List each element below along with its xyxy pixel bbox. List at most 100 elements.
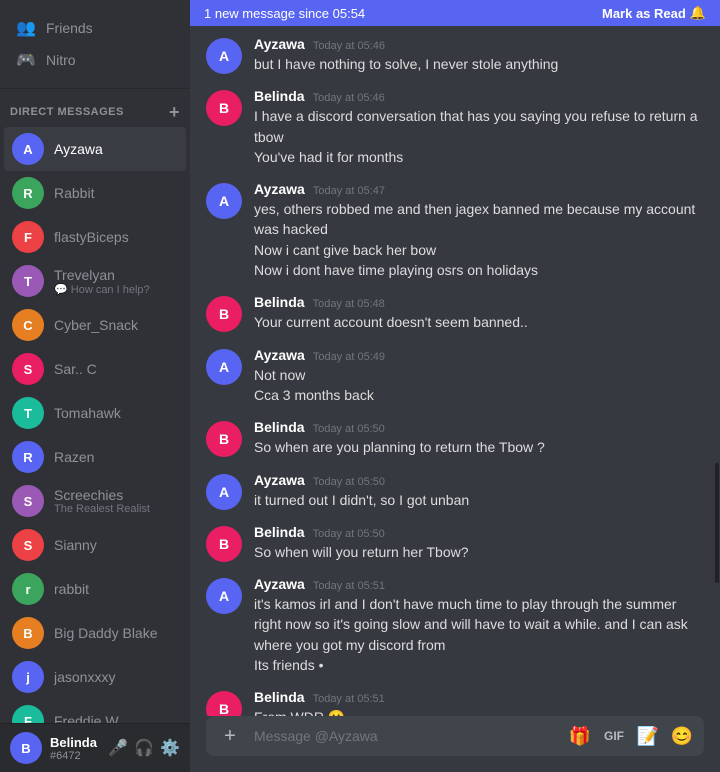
message-header: BelindaToday at 05:50 xyxy=(254,419,704,435)
message-text: So when are you planning to return the T… xyxy=(254,437,704,457)
message-timestamp: Today at 05:46 xyxy=(313,40,385,52)
dm-item-name: Tomahawk xyxy=(54,405,178,421)
dm-item-name: Razen xyxy=(54,449,178,465)
gift-icon[interactable]: 🎁 xyxy=(566,722,594,750)
dm-item-trevelyan[interactable]: TTrevelyan💬 How can I help? xyxy=(4,259,186,303)
dm-item-name: Screechies xyxy=(54,487,178,503)
message-input[interactable] xyxy=(250,722,562,750)
dm-item-jasonxxxy[interactable]: jjasonxxxy xyxy=(4,655,186,699)
message-author: Belinda xyxy=(254,294,305,310)
message-header: AyzawaToday at 05:49 xyxy=(254,347,704,363)
dm-item-freddie-w[interactable]: FFreddie W xyxy=(4,699,186,723)
message-timestamp: Today at 05:51 xyxy=(313,693,385,705)
microphone-icon[interactable]: 🎤 xyxy=(108,738,128,758)
message-text: Not nowCca 3 months back xyxy=(254,365,704,406)
dm-item-name: Cyber_Snack xyxy=(54,317,178,333)
dm-item-info: ScreechiesThe Realest Realist xyxy=(54,487,178,515)
message-header: BelindaToday at 05:50 xyxy=(254,524,704,540)
dm-item-info: Sar.. C xyxy=(54,361,178,377)
dm-item-screechies[interactable]: S ScreechiesThe Realest Realist xyxy=(4,479,186,523)
emoji-icon[interactable]: 😊 xyxy=(668,722,696,750)
attach-button[interactable]: + xyxy=(214,720,246,752)
dm-item-name: Sianny xyxy=(54,537,178,553)
mark-as-read-button[interactable]: Mark as Read 🔔 xyxy=(602,5,706,21)
message-timestamp: Today at 05:50 xyxy=(313,476,385,488)
dm-item-name: flastyBiceps xyxy=(54,229,178,245)
dm-item-sianny[interactable]: SSianny xyxy=(4,523,186,567)
avatar: C xyxy=(12,309,44,341)
dm-item-tomahawk[interactable]: TTomahawk xyxy=(4,391,186,435)
dm-item-sar..-c[interactable]: S Sar.. C xyxy=(4,347,186,391)
dm-item-ayzawa[interactable]: AAyzawa xyxy=(4,127,186,171)
message-header: Belinda Today at 05:48 xyxy=(254,294,704,310)
message-content: BelindaToday at 05:50So when will you re… xyxy=(254,524,704,562)
message-group: AAyzawaToday at 05:50it turned out I did… xyxy=(206,472,704,510)
message-header: AyzawaToday at 05:46 xyxy=(254,36,704,52)
message-header: Belinda Today at 05:51 xyxy=(254,689,704,705)
dm-item-status: 💬 How can I help? xyxy=(54,283,178,296)
message-author: Ayzawa xyxy=(254,576,305,592)
avatar: R xyxy=(12,441,44,473)
add-dm-button[interactable]: + xyxy=(169,103,180,121)
settings-icon[interactable]: ⚙️ xyxy=(160,738,180,758)
sidebar-item-friends[interactable]: 👥 Friends xyxy=(8,12,182,44)
message-content: AyzawaToday at 05:49 Not nowCca 3 months … xyxy=(254,347,704,406)
message-group: AAyzawaToday at 05:47yes, others robbed … xyxy=(206,181,704,280)
dm-item-status: The Realest Realist xyxy=(54,503,178,515)
scrollbar-track xyxy=(714,0,720,772)
dm-item-info: Freddie W xyxy=(54,713,178,723)
message-avatar: A xyxy=(206,38,242,74)
dm-item-info: Sianny xyxy=(54,537,178,553)
message-timestamp: Today at 05:48 xyxy=(313,298,385,310)
sidebar-item-nitro[interactable]: 🎮 Nitro xyxy=(8,44,182,76)
dm-item-info: Rabbit xyxy=(54,185,178,201)
message-author: Ayzawa xyxy=(254,181,305,197)
dm-item-name: Freddie W xyxy=(54,713,178,723)
notification-text: 1 new message since 05:54 xyxy=(204,6,365,21)
friends-label: Friends xyxy=(46,20,93,36)
message-content: Belinda Today at 05:48 Your current accoun… xyxy=(254,294,704,332)
current-user-discriminator: #6472 xyxy=(50,750,100,762)
avatar: r xyxy=(12,573,44,605)
message-avatar: A xyxy=(206,183,242,219)
message-content: BelindaToday at 05:46I have a discord co… xyxy=(254,88,704,167)
message-timestamp: Today at 05:51 xyxy=(313,580,385,592)
message-author: Belinda xyxy=(254,689,305,705)
message-author: Belinda xyxy=(254,524,305,540)
dm-item-info: flastyBiceps xyxy=(54,229,178,245)
avatar: S xyxy=(12,485,44,517)
notification-bar: 1 new message since 05:54 Mark as Read 🔔 xyxy=(190,0,720,26)
sticker-icon[interactable]: 📝 xyxy=(634,722,662,750)
dm-item-info: Cyber_Snack xyxy=(54,317,178,333)
dm-list: AAyzawaRRabbitFflastyBicepsTTrevelyan💬 H… xyxy=(0,127,190,723)
dm-item-info: Trevelyan💬 How can I help? xyxy=(54,267,178,296)
dm-item-name: rabbit xyxy=(54,581,178,597)
dm-item-razen[interactable]: R Razen xyxy=(4,435,186,479)
message-group: BBelindaToday at 05:50So when are you pl… xyxy=(206,419,704,457)
dm-item-name: Sar.. C xyxy=(54,361,178,377)
chat-input-bar: + 🎁 GIF 📝 😊 xyxy=(206,716,704,756)
message-author: Belinda xyxy=(254,88,305,104)
message-avatar: B xyxy=(206,90,242,126)
avatar: S xyxy=(12,353,44,385)
dm-item-flastybiceps[interactable]: FflastyBiceps xyxy=(4,215,186,259)
dm-item-rabbit[interactable]: rrabbit xyxy=(4,567,186,611)
message-header: Ayzawa Today at 05:47 xyxy=(254,181,704,197)
message-timestamp: Today at 05:47 xyxy=(313,185,385,197)
message-timestamp: Today at 05:46 xyxy=(313,92,385,104)
message-group: BBelindaToday at 05:48Your current accou… xyxy=(206,294,704,332)
message-avatar: A xyxy=(206,578,242,614)
scrollbar-thumb xyxy=(715,463,719,583)
dm-item-cyber_snack[interactable]: C Cyber_Snack xyxy=(4,303,186,347)
dm-item-rabbit[interactable]: RRabbit xyxy=(4,171,186,215)
message-text: Your current account doesn't seem banned… xyxy=(254,312,704,332)
gif-icon[interactable]: GIF xyxy=(600,722,628,750)
message-content: AyzawaToday at 05:50it turned out I didn… xyxy=(254,472,704,510)
message-group: BBelindaToday at 05:51From WDR 🙁 xyxy=(206,689,704,716)
headphone-icon[interactable]: 🎧 xyxy=(134,738,154,758)
dm-item-name: Big Daddy Blake xyxy=(54,625,178,641)
dm-item-big-daddy-blake[interactable]: BBig Daddy Blake xyxy=(4,611,186,655)
message-text: but I have nothing to solve, I never sto… xyxy=(254,54,704,74)
dm-item-info: Tomahawk xyxy=(54,405,178,421)
message-content: AyzawaToday at 05:51it's kamos irl and I… xyxy=(254,576,704,675)
